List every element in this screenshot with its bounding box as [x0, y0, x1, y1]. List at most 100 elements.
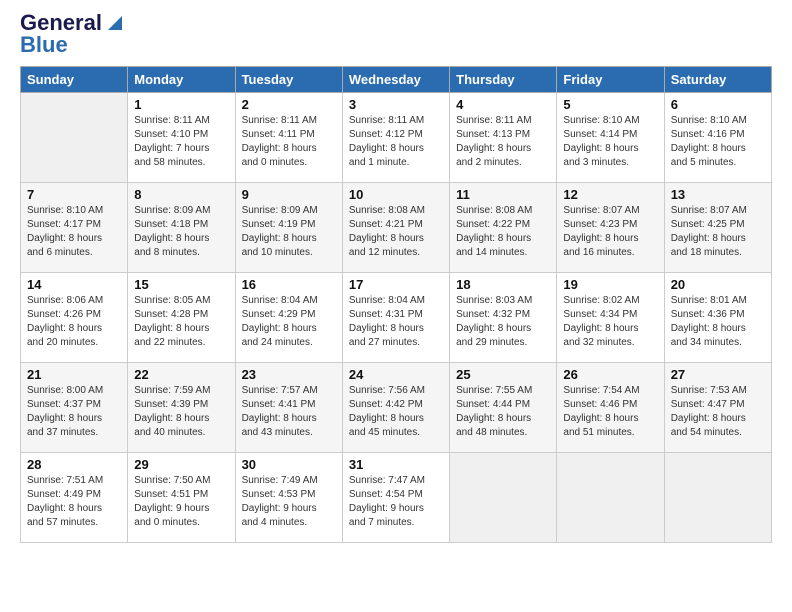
day-info: Sunrise: 7:51 AM Sunset: 4:49 PM Dayligh…	[27, 474, 121, 530]
calendar-cell	[664, 453, 771, 543]
day-number: 13	[671, 187, 765, 202]
day-info: Sunrise: 8:11 AM Sunset: 4:12 PM Dayligh…	[349, 114, 443, 170]
day-number: 27	[671, 367, 765, 382]
calendar-cell: 16 Sunrise: 8:04 AM Sunset: 4:29 PM Dayli…	[235, 273, 342, 363]
day-number: 14	[27, 277, 121, 292]
day-info: Sunrise: 8:01 AM Sunset: 4:36 PM Dayligh…	[671, 294, 765, 350]
calendar-cell: 20 Sunrise: 8:01 AM Sunset: 4:36 PM Dayli…	[664, 273, 771, 363]
day-info: Sunrise: 7:54 AM Sunset: 4:46 PM Dayligh…	[563, 384, 657, 440]
day-number: 26	[563, 367, 657, 382]
weekday-header: Friday	[557, 67, 664, 93]
day-number: 10	[349, 187, 443, 202]
day-info: Sunrise: 8:04 AM Sunset: 4:31 PM Dayligh…	[349, 294, 443, 350]
day-number: 4	[456, 97, 550, 112]
day-number: 20	[671, 277, 765, 292]
calendar-cell	[450, 453, 557, 543]
day-info: Sunrise: 8:10 AM Sunset: 4:14 PM Dayligh…	[563, 114, 657, 170]
day-info: Sunrise: 8:07 AM Sunset: 4:25 PM Dayligh…	[671, 204, 765, 260]
day-info: Sunrise: 8:02 AM Sunset: 4:34 PM Dayligh…	[563, 294, 657, 350]
calendar-cell	[21, 93, 128, 183]
day-info: Sunrise: 8:06 AM Sunset: 4:26 PM Dayligh…	[27, 294, 121, 350]
day-info: Sunrise: 8:05 AM Sunset: 4:28 PM Dayligh…	[134, 294, 228, 350]
calendar-header-row: SundayMondayTuesdayWednesdayThursdayFrid…	[21, 67, 772, 93]
calendar-cell: 5Sunrise: 8:10 AM Sunset: 4:14 PM Daylig…	[557, 93, 664, 183]
day-number: 30	[242, 457, 336, 472]
day-number: 12	[563, 187, 657, 202]
day-info: Sunrise: 8:11 AM Sunset: 4:11 PM Dayligh…	[242, 114, 336, 170]
day-number: 11	[456, 187, 550, 202]
calendar-cell: 2 Sunrise: 8:11 AM Sunset: 4:11 PM Daylig…	[235, 93, 342, 183]
calendar-week-row: 7 Sunrise: 8:10 AM Sunset: 4:17 PM Daylig…	[21, 183, 772, 273]
calendar-table: SundayMondayTuesdayWednesdayThursdayFrid…	[20, 66, 772, 543]
calendar-week-row: 1 Sunrise: 8:11 AM Sunset: 4:10 PM Daylig…	[21, 93, 772, 183]
day-number: 22	[134, 367, 228, 382]
day-number: 21	[27, 367, 121, 382]
calendar-cell: 30Sunrise: 7:49 AM Sunset: 4:53 PM Dayli…	[235, 453, 342, 543]
weekday-header: Thursday	[450, 67, 557, 93]
day-info: Sunrise: 8:10 AM Sunset: 4:16 PM Dayligh…	[671, 114, 765, 170]
day-info: Sunrise: 8:00 AM Sunset: 4:37 PM Dayligh…	[27, 384, 121, 440]
calendar-cell: 23 Sunrise: 7:57 AM Sunset: 4:41 PM Dayli…	[235, 363, 342, 453]
day-number: 2	[242, 97, 336, 112]
day-number: 28	[27, 457, 121, 472]
day-number: 29	[134, 457, 228, 472]
calendar-cell: 7 Sunrise: 8:10 AM Sunset: 4:17 PM Daylig…	[21, 183, 128, 273]
header: General Blue	[20, 10, 772, 58]
day-info: Sunrise: 7:57 AM Sunset: 4:41 PM Dayligh…	[242, 384, 336, 440]
day-number: 3	[349, 97, 443, 112]
weekday-header: Wednesday	[342, 67, 449, 93]
calendar-cell: 9Sunrise: 8:09 AM Sunset: 4:19 PM Daylig…	[235, 183, 342, 273]
day-info: Sunrise: 7:50 AM Sunset: 4:51 PM Dayligh…	[134, 474, 228, 530]
calendar-week-row: 21 Sunrise: 8:00 AM Sunset: 4:37 PM Dayli…	[21, 363, 772, 453]
day-number: 17	[349, 277, 443, 292]
calendar-cell: 31 Sunrise: 7:47 AM Sunset: 4:54 PM Dayli…	[342, 453, 449, 543]
calendar-cell: 29 Sunrise: 7:50 AM Sunset: 4:51 PM Dayli…	[128, 453, 235, 543]
day-info: Sunrise: 8:11 AM Sunset: 4:13 PM Dayligh…	[456, 114, 550, 170]
day-number: 1	[134, 97, 228, 112]
calendar-cell: 14 Sunrise: 8:06 AM Sunset: 4:26 PM Dayli…	[21, 273, 128, 363]
calendar-cell: 21 Sunrise: 8:00 AM Sunset: 4:37 PM Dayli…	[21, 363, 128, 453]
day-info: Sunrise: 8:09 AM Sunset: 4:18 PM Dayligh…	[134, 204, 228, 260]
day-number: 7	[27, 187, 121, 202]
calendar-cell: 25Sunrise: 7:55 AM Sunset: 4:44 PM Dayli…	[450, 363, 557, 453]
logo-line2: Blue	[20, 32, 68, 58]
calendar-cell: 18Sunrise: 8:03 AM Sunset: 4:32 PM Dayli…	[450, 273, 557, 363]
calendar-cell: 1 Sunrise: 8:11 AM Sunset: 4:10 PM Daylig…	[128, 93, 235, 183]
day-info: Sunrise: 7:59 AM Sunset: 4:39 PM Dayligh…	[134, 384, 228, 440]
day-info: Sunrise: 7:53 AM Sunset: 4:47 PM Dayligh…	[671, 384, 765, 440]
day-info: Sunrise: 8:10 AM Sunset: 4:17 PM Dayligh…	[27, 204, 121, 260]
calendar-cell: 28 Sunrise: 7:51 AM Sunset: 4:49 PM Dayli…	[21, 453, 128, 543]
weekday-header: Saturday	[664, 67, 771, 93]
day-number: 31	[349, 457, 443, 472]
calendar-week-row: 14 Sunrise: 8:06 AM Sunset: 4:26 PM Dayli…	[21, 273, 772, 363]
calendar-week-row: 28 Sunrise: 7:51 AM Sunset: 4:49 PM Dayli…	[21, 453, 772, 543]
calendar-cell: 15 Sunrise: 8:05 AM Sunset: 4:28 PM Dayli…	[128, 273, 235, 363]
weekday-header: Tuesday	[235, 67, 342, 93]
day-number: 23	[242, 367, 336, 382]
page: General Blue SundayMondayTuesdayWednesda…	[0, 0, 792, 612]
weekday-header: Sunday	[21, 67, 128, 93]
calendar-cell: 17 Sunrise: 8:04 AM Sunset: 4:31 PM Dayli…	[342, 273, 449, 363]
day-number: 8	[134, 187, 228, 202]
day-number: 9	[242, 187, 336, 202]
calendar-cell: 22 Sunrise: 7:59 AM Sunset: 4:39 PM Dayli…	[128, 363, 235, 453]
day-info: Sunrise: 8:11 AM Sunset: 4:10 PM Dayligh…	[134, 114, 228, 170]
logo: General Blue	[20, 10, 126, 58]
logo-triangle-icon	[104, 12, 126, 34]
calendar-cell: 24Sunrise: 7:56 AM Sunset: 4:42 PM Dayli…	[342, 363, 449, 453]
day-number: 24	[349, 367, 443, 382]
calendar-cell	[557, 453, 664, 543]
day-info: Sunrise: 8:04 AM Sunset: 4:29 PM Dayligh…	[242, 294, 336, 350]
calendar-cell: 19 Sunrise: 8:02 AM Sunset: 4:34 PM Dayli…	[557, 273, 664, 363]
day-info: Sunrise: 7:47 AM Sunset: 4:54 PM Dayligh…	[349, 474, 443, 530]
day-number: 15	[134, 277, 228, 292]
day-number: 19	[563, 277, 657, 292]
day-info: Sunrise: 8:07 AM Sunset: 4:23 PM Dayligh…	[563, 204, 657, 260]
day-info: Sunrise: 7:55 AM Sunset: 4:44 PM Dayligh…	[456, 384, 550, 440]
day-info: Sunrise: 8:08 AM Sunset: 4:22 PM Dayligh…	[456, 204, 550, 260]
day-number: 16	[242, 277, 336, 292]
day-info: Sunrise: 8:03 AM Sunset: 4:32 PM Dayligh…	[456, 294, 550, 350]
weekday-header: Monday	[128, 67, 235, 93]
calendar-cell: 10Sunrise: 8:08 AM Sunset: 4:21 PM Dayli…	[342, 183, 449, 273]
calendar-cell: 12 Sunrise: 8:07 AM Sunset: 4:23 PM Dayli…	[557, 183, 664, 273]
